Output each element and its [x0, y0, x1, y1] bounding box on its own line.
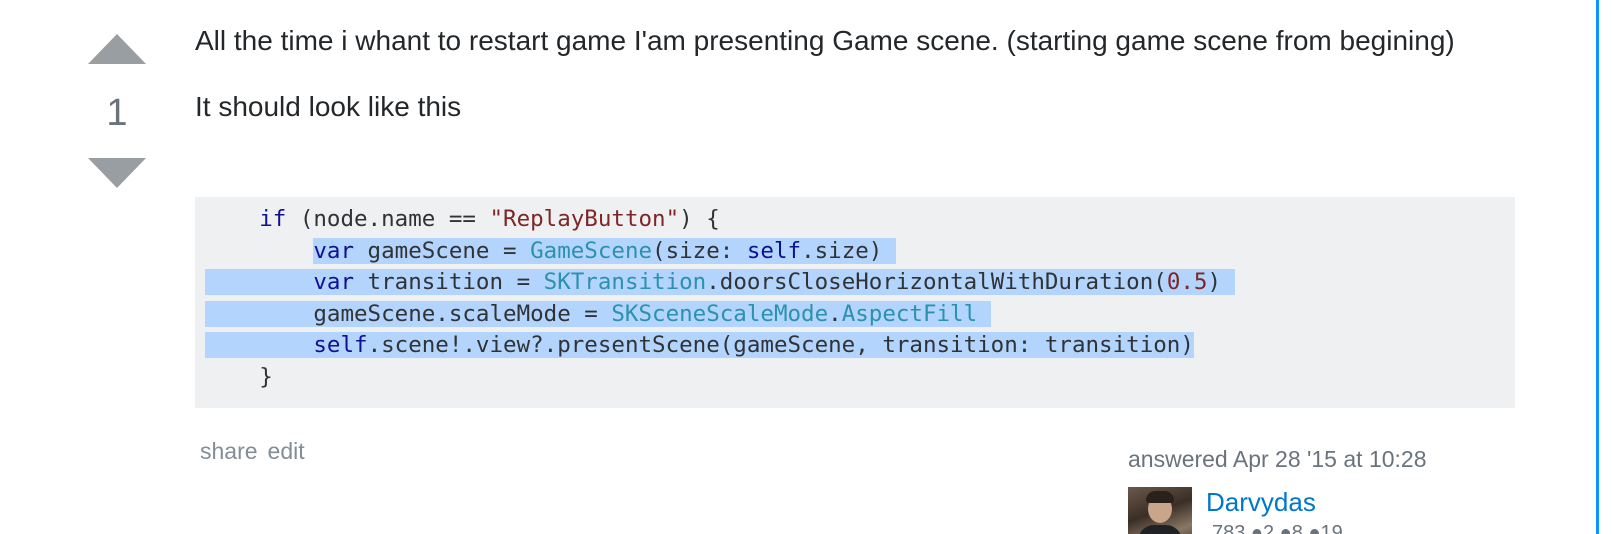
upvote-arrow-icon[interactable]: [88, 34, 146, 64]
post-menu: share edit: [200, 438, 315, 465]
answer-paragraph-1: All the time i whant to restart game I'a…: [195, 25, 1455, 56]
code-line-6: }: [259, 363, 273, 390]
vote-count: 1: [106, 92, 128, 134]
share-link[interactable]: share: [200, 438, 258, 464]
code-block[interactable]: if (node.name == "ReplayButton") { var g…: [195, 197, 1515, 408]
code-line-5: self.scene!.view?.presentScene(gameScene…: [205, 330, 1235, 362]
user-info-card: answered Apr 28 '15 at 10:28 Darvydas: [1128, 446, 1427, 534]
code-line-1: if (node.name == "ReplayButton") {: [259, 206, 720, 232]
edit-link[interactable]: edit: [268, 438, 305, 464]
downvote-arrow-icon[interactable]: [88, 158, 146, 188]
answer-body: All the time i whant to restart game I'a…: [195, 22, 1515, 125]
avatar-hair-shape: [1146, 491, 1174, 503]
code-line-4: gameScene.scaleMode = SKSceneScaleMode.A…: [205, 299, 1235, 331]
user-reputation: 783 ●2 ●8 ●19: [1212, 522, 1343, 534]
avatar-body-shape: [1138, 525, 1182, 534]
accepted-answer-border: [1596, 0, 1599, 534]
vote-cell: 1: [88, 34, 146, 188]
user-name-link[interactable]: Darvydas: [1206, 487, 1316, 518]
answer-page: 1 All the time i whant to restart game I…: [0, 0, 1612, 534]
user-avatar[interactable]: [1128, 487, 1192, 534]
code-text[interactable]: if (node.name == "ReplayButton") { var g…: [205, 204, 1235, 393]
answer-paragraph-2: It should look like this: [195, 91, 462, 122]
code-line-2: var gameScene = GameScene(size: self.siz…: [205, 236, 1235, 268]
code-line-3: var transition = SKTransition.doorsClose…: [205, 267, 1235, 299]
answered-timestamp: answered Apr 28 '15 at 10:28: [1128, 446, 1427, 472]
